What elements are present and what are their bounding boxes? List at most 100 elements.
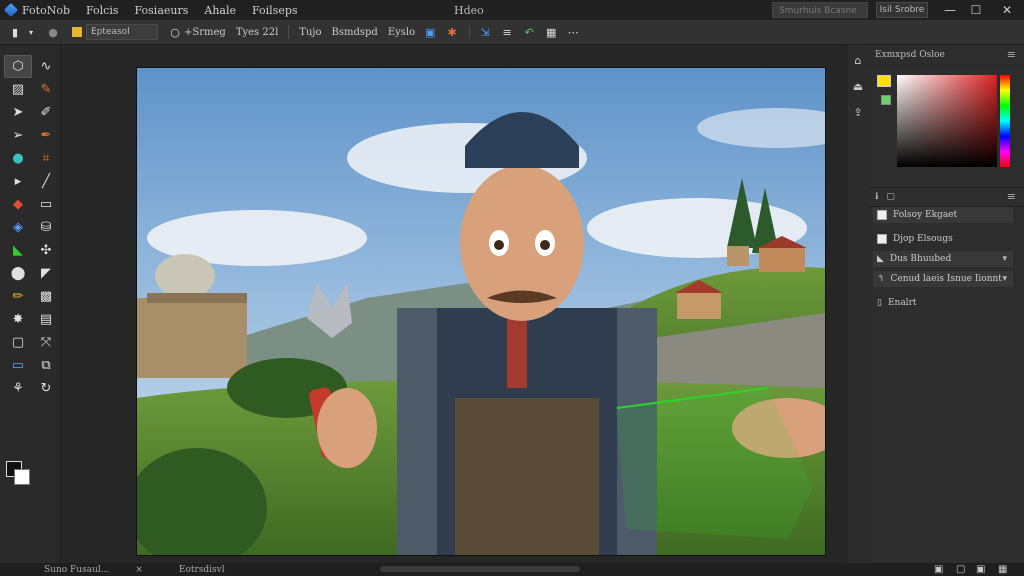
foreground-chip[interactable] [877, 75, 891, 87]
screen-mode-icon[interactable]: ▣ [976, 563, 985, 576]
stamp-icon[interactable]: ⛁ [32, 216, 60, 239]
menu-image[interactable]: Fosiaeurs [135, 4, 189, 17]
document-title: Hdeo [454, 4, 484, 17]
search-input[interactable]: Smurhuis Bcasne [772, 2, 868, 18]
knife-icon[interactable]: ◤ [32, 262, 60, 285]
node-icon[interactable]: ⚘ [4, 377, 32, 400]
layer-label: Cenud laeis Isnue Iionnt [890, 274, 1002, 284]
mask-mode-icon[interactable]: ▣ [934, 563, 943, 576]
tab-info[interactable]: ℹ [875, 192, 878, 202]
minimize-button[interactable]: — [940, 1, 960, 19]
menu-file[interactable]: FotoNob [22, 4, 70, 17]
pencil-icon[interactable]: ✏ [4, 285, 32, 308]
hue-slider[interactable] [1000, 75, 1010, 167]
document-canvas[interactable] [137, 68, 825, 555]
fullscreen-icon[interactable]: ▦ [998, 563, 1007, 576]
menu-edit[interactable]: Folcis [86, 4, 119, 17]
checkbox-icon[interactable] [877, 210, 887, 220]
align-icon[interactable]: ≡ [500, 25, 514, 39]
background-color[interactable] [14, 469, 30, 485]
tool-label-3[interactable]: Eyslo [388, 27, 415, 38]
circle-option-icon[interactable]: ○ [168, 25, 182, 39]
color-picker-field[interactable] [897, 75, 997, 167]
menu-filter[interactable]: Foilseps [252, 4, 298, 17]
grid-icon[interactable]: ▨ [4, 78, 32, 101]
rect-icon[interactable]: ▢ [4, 331, 32, 354]
tab-layers[interactable]: ▢ [886, 192, 895, 202]
paint-icon[interactable]: ◆ [4, 193, 32, 216]
app-logo-icon[interactable] [3, 2, 19, 18]
eraser-icon[interactable]: ▭ [32, 193, 60, 216]
menu-layer[interactable]: Ahale [204, 4, 236, 17]
layer-row[interactable]: ↰ Cenud laeis Isnue Iionnt ▾ [873, 271, 1013, 287]
frame-icon[interactable]: ▢ [956, 563, 965, 576]
pointer-icon[interactable]: ▸ [4, 170, 32, 193]
tool-label-2[interactable]: Bsmdspd [332, 27, 378, 38]
gradient-icon[interactable]: ◈ [4, 216, 32, 239]
square-icon[interactable]: ▣ [423, 25, 437, 39]
right-dock: ⌂ ⏏ ⇪ [846, 45, 870, 563]
grid-toggle-icon[interactable]: ▦ [544, 25, 558, 39]
folder-icon[interactable]: ▯ [877, 298, 882, 308]
tool-label-1[interactable]: Tujo [299, 27, 321, 38]
undo-icon[interactable]: ↶ [522, 25, 536, 39]
divider [469, 25, 471, 39]
marquee-icon[interactable]: ⬡ [4, 55, 32, 78]
options-bar: ▮ ▾ ● Epteasol ○ +Srmeg Tyes 22l Tujo Bs… [0, 20, 1024, 45]
layers-menu-icon[interactable]: ≡ [1007, 190, 1016, 203]
sphere-icon[interactable]: ● [4, 147, 32, 170]
layer-row[interactable]: Folsoy Ekgaet [873, 207, 1013, 223]
select-icon[interactable]: ➤ [4, 101, 32, 124]
copy-icon[interactable]: ⧉ [32, 354, 60, 377]
eyedropper-icon[interactable]: ✒ [32, 124, 60, 147]
pen-icon[interactable]: ✎ [32, 78, 60, 101]
maximize-button[interactable]: ☐ [966, 1, 986, 19]
type-label[interactable]: Tyes 22l [236, 27, 278, 38]
screen-icon[interactable]: ▭ [4, 354, 32, 377]
layer-row[interactable]: ▯ Enalrt [873, 295, 1013, 311]
link-icon[interactable]: ↰ [877, 274, 885, 284]
chevron-down-icon[interactable]: ▾ [24, 25, 38, 39]
panel-menu-icon[interactable]: ≡ [1007, 48, 1016, 61]
refresh-icon[interactable]: ↻ [32, 377, 60, 400]
arrow-icon[interactable]: ➢ [4, 124, 32, 147]
mask-icon[interactable]: ▩ [32, 285, 60, 308]
close-button[interactable]: ✕ [997, 1, 1017, 19]
shape-icon[interactable]: ◣ [4, 239, 32, 262]
visibility-icon[interactable]: ◣ [877, 254, 884, 264]
path-icon[interactable]: ∿ [32, 55, 60, 78]
more-icon[interactable]: ⋯ [566, 25, 580, 39]
share-button[interactable]: Isil Srobre [876, 2, 928, 18]
chevron-down-icon[interactable]: ▾ [1002, 274, 1007, 284]
brush-icon[interactable]: ✐ [32, 101, 60, 124]
mode-label[interactable]: +Srmeg [184, 27, 226, 38]
background-chip[interactable] [881, 95, 891, 105]
horizontal-scrollbar[interactable] [380, 566, 580, 572]
layer-row[interactable]: ◣ Dus Bhuubed ▾ [873, 251, 1013, 267]
divider [288, 25, 290, 39]
circle-icon[interactable]: ⬤ [4, 262, 32, 285]
star-icon[interactable]: ✸ [4, 308, 32, 331]
layer-label: Dus Bhuubed [889, 254, 952, 264]
home-icon[interactable]: ⌂ [847, 49, 869, 71]
pin-icon[interactable]: ✣ [32, 239, 60, 262]
line-icon[interactable]: ╱ [32, 170, 60, 193]
warp-icon[interactable]: ✱ [445, 25, 459, 39]
tools-panel: ⬡ ∿ ▨ ✎ ➤ ✐ ➢ ✒ ● ⌗ ▸ ╱ ◆ ▭ ◈ ⛁ ◣ ✣ ⬤ ◤ … [0, 45, 61, 563]
crop-icon[interactable]: ⌗ [32, 147, 60, 170]
brush-preset-icon[interactable]: ● [46, 25, 60, 39]
status-close[interactable]: × [135, 565, 143, 575]
chevron-down-icon[interactable]: ▾ [1002, 254, 1007, 264]
layers-icon[interactable]: ▤ [32, 308, 60, 331]
checkbox-icon[interactable] [877, 234, 887, 244]
layer-label: Djop Elsougs [893, 234, 953, 244]
share-icon[interactable]: ⏏ [847, 75, 869, 97]
tool-preset-icon[interactable]: ▮ [8, 25, 22, 39]
layer-dropdown[interactable]: Epteasol [86, 24, 158, 40]
export-icon[interactable]: ⇪ [847, 101, 869, 123]
move-icon[interactable]: ⤧ [32, 331, 60, 354]
layer-row[interactable]: Djop Elsougs [873, 231, 1013, 247]
transform-icon[interactable]: ⇲ [478, 25, 492, 39]
color-swatches[interactable] [6, 461, 32, 487]
color-swatch[interactable] [72, 27, 82, 37]
